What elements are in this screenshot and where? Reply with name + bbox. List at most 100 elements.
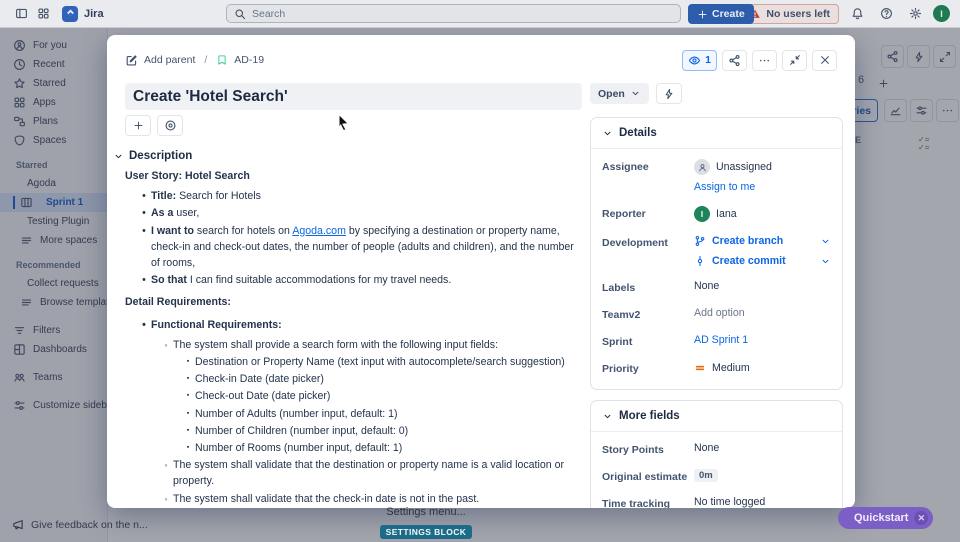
teamv2-label: Teamv2 bbox=[602, 309, 641, 321]
breadcrumb: Add parent / AD-19 bbox=[125, 54, 264, 67]
top-navigation-bar: Jira Create No users left I bbox=[0, 0, 960, 28]
bullet-marker: ▪ bbox=[186, 392, 190, 400]
lightning-icon bbox=[663, 88, 675, 100]
chevron-down-icon[interactable] bbox=[820, 256, 831, 267]
app-name: Jira bbox=[84, 7, 104, 20]
description-line: ▪ Check-out Date (date picker) bbox=[125, 388, 582, 404]
story-icon bbox=[216, 54, 228, 66]
description-line: • Title: Search for Hotels bbox=[125, 188, 582, 204]
chevron-down-icon[interactable] bbox=[820, 236, 831, 247]
quickstart-close-icon[interactable]: ✕ bbox=[914, 511, 929, 525]
bullet-marker: • bbox=[142, 207, 146, 220]
sprint-label: Sprint bbox=[602, 336, 633, 348]
description-line: User Story: Hotel Search bbox=[125, 170, 250, 182]
chevron-down-icon bbox=[113, 151, 124, 162]
collapse-modal-button[interactable] bbox=[782, 49, 807, 71]
no-users-left-badge[interactable]: No users left bbox=[740, 3, 839, 24]
bullet-marker: • bbox=[142, 224, 146, 237]
bell-icon bbox=[851, 7, 864, 20]
edit-icon bbox=[125, 54, 138, 67]
reporter-field[interactable]: I Iana bbox=[694, 206, 737, 222]
teamv2-field[interactable]: Add option bbox=[694, 307, 745, 321]
create-commit-link[interactable]: Create commit bbox=[694, 255, 831, 267]
more-actions-button[interactable] bbox=[752, 49, 777, 71]
time-tracking-field[interactable]: No time logged bbox=[694, 496, 765, 508]
agoda-link[interactable]: Agoda.com bbox=[292, 225, 346, 237]
reporter-avatar: I bbox=[694, 206, 710, 222]
bullet-marker: • bbox=[142, 318, 146, 331]
apps-toolbar-button[interactable] bbox=[157, 115, 183, 136]
original-estimate-field[interactable]: 0m bbox=[694, 469, 718, 483]
commit-icon bbox=[694, 255, 706, 267]
description-line: ◦ The system shall provide a search form … bbox=[125, 337, 582, 353]
bullet-marker: ◦ bbox=[164, 339, 168, 350]
unassigned-avatar-icon bbox=[694, 159, 710, 175]
assignee-label: Assignee bbox=[602, 161, 649, 173]
jira-logo[interactable]: Jira bbox=[62, 5, 104, 22]
close-modal-button[interactable] bbox=[812, 49, 837, 71]
help-button[interactable] bbox=[875, 3, 897, 25]
dots-icon bbox=[758, 54, 771, 67]
branch-icon bbox=[694, 235, 706, 247]
settings-button[interactable] bbox=[904, 3, 926, 25]
bullet-marker: ◦ bbox=[164, 460, 168, 471]
settings-annotation: Settings menu... SETTINGS BLOCK bbox=[356, 506, 496, 540]
description-line: Detail Requirements: bbox=[125, 296, 231, 309]
collapse-icon bbox=[789, 54, 801, 66]
search-icon bbox=[234, 8, 246, 20]
add-content-button[interactable] bbox=[125, 115, 151, 136]
create-button[interactable]: Create bbox=[688, 4, 754, 24]
quickstart-button[interactable]: Quickstart ✕ bbox=[838, 507, 934, 529]
share-icon bbox=[728, 54, 741, 67]
mouse-cursor bbox=[338, 113, 350, 130]
create-branch-link[interactable]: Create branch bbox=[694, 235, 831, 247]
labels-field[interactable]: None bbox=[694, 280, 719, 294]
status-dropdown[interactable]: Open bbox=[590, 83, 649, 104]
description-line: ▪ Destination or Property Name (text inpu… bbox=[125, 354, 582, 370]
priority-medium-icon bbox=[694, 362, 706, 374]
assignee-field[interactable]: Unassigned Assign to me bbox=[694, 159, 772, 193]
story-points-field[interactable]: None bbox=[694, 442, 719, 456]
watchers-button[interactable]: 1 bbox=[682, 49, 717, 71]
jira-logo-icon bbox=[65, 8, 76, 19]
description-line: ◦ The system shall validate that the chec… bbox=[125, 491, 582, 507]
description-section-header[interactable]: Description bbox=[113, 150, 582, 162]
development-label: Development bbox=[602, 237, 668, 249]
chevron-down-icon bbox=[602, 411, 613, 422]
reporter-label: Reporter bbox=[602, 208, 646, 220]
eye-icon bbox=[688, 54, 701, 67]
description-line: ▪ Number of Adults (number input, default… bbox=[125, 406, 582, 422]
priority-label: Priority bbox=[602, 363, 639, 375]
search-input[interactable] bbox=[252, 7, 673, 20]
help-icon bbox=[880, 7, 893, 20]
description-line: • Functional Requirements: bbox=[125, 317, 582, 333]
annotation-tooltip: Settings menu... bbox=[386, 506, 466, 518]
user-avatar[interactable]: I bbox=[933, 5, 950, 22]
notifications-button[interactable] bbox=[846, 3, 868, 25]
sprint-link[interactable]: AD Sprint 1 bbox=[694, 334, 748, 346]
issue-key-link[interactable]: AD-19 bbox=[234, 54, 264, 66]
assign-to-me-link[interactable]: Assign to me bbox=[694, 181, 772, 193]
plus-icon bbox=[697, 9, 708, 20]
app-switcher-button[interactable] bbox=[32, 3, 54, 25]
bullet-marker: ▪ bbox=[186, 444, 190, 452]
app-grid-icon bbox=[37, 7, 50, 20]
bullet-marker: • bbox=[142, 190, 146, 203]
target-icon bbox=[164, 119, 177, 132]
priority-field[interactable]: Medium bbox=[694, 361, 750, 375]
share-issue-button[interactable] bbox=[722, 49, 747, 71]
description-content[interactable]: User Story: Hotel Search • Title: Search f… bbox=[125, 168, 582, 508]
panel-left-icon bbox=[15, 7, 28, 20]
details-panel-header[interactable]: Details bbox=[591, 118, 842, 149]
more-fields-panel-header[interactable]: More fields bbox=[591, 401, 842, 432]
add-parent-link[interactable]: Add parent bbox=[144, 54, 195, 66]
automation-button[interactable] bbox=[655, 83, 682, 104]
global-search[interactable] bbox=[226, 4, 681, 23]
bullet-marker: • bbox=[142, 274, 146, 287]
more-fields-panel: More fields Story Points None Original e… bbox=[590, 400, 843, 508]
bullet-marker: ▪ bbox=[186, 375, 190, 383]
issue-title[interactable]: Create 'Hotel Search' bbox=[125, 83, 582, 110]
chevron-down-icon bbox=[630, 88, 641, 99]
collapse-sidebar-button[interactable] bbox=[10, 3, 32, 25]
story-points-label: Story Points bbox=[602, 444, 664, 456]
